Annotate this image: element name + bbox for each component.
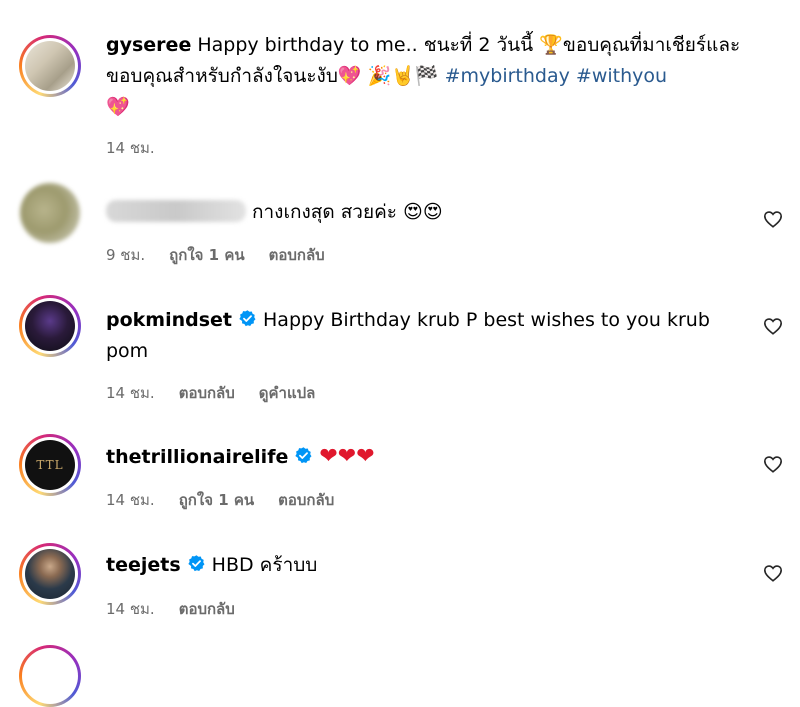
- avatar-story-ring[interactable]: TTL: [19, 434, 81, 496]
- comment-text: กางเกงสุด สวยค่ะ 😍😍: [252, 201, 443, 223]
- comment-meta: 14 ชม.: [106, 136, 179, 160]
- comment-meta: 14 ชม. ตอบกลับ ดูคำแปล: [106, 381, 339, 405]
- avatar: [25, 301, 75, 351]
- trailing-emoji: 💖: [106, 96, 130, 118]
- timestamp[interactable]: 14 ชม.: [106, 600, 155, 618]
- likes-count-link[interactable]: ถูกใจ 1 คน: [169, 246, 244, 264]
- comment-body: กางเกงสุด สวยค่ะ 😍😍: [106, 197, 756, 228]
- avatar: [25, 549, 75, 599]
- username[interactable]: gyseree: [106, 34, 191, 56]
- likes-count-link[interactable]: ถูกใจ 1 คน: [179, 491, 254, 509]
- timestamp[interactable]: 14 ชม.: [106, 384, 155, 402]
- avatar: [25, 41, 75, 91]
- reply-button[interactable]: ตอบกลับ: [179, 384, 235, 402]
- timestamp[interactable]: 14 ชม.: [106, 491, 155, 509]
- comment-meta: 9 ชม. ถูกใจ 1 คน ตอบกลับ: [106, 243, 349, 267]
- like-heart-icon[interactable]: [763, 455, 783, 473]
- avatar-story-ring[interactable]: [19, 295, 81, 357]
- avatar[interactable]: [20, 183, 80, 243]
- timestamp[interactable]: 14 ชม.: [106, 139, 155, 157]
- avatar-story-ring[interactable]: [19, 543, 81, 605]
- like-heart-icon[interactable]: [763, 210, 783, 228]
- comment-body: gyseree Happy birthday to me.. ชนะที่ 2 ว…: [106, 30, 756, 123]
- reply-button[interactable]: ตอบกลับ: [179, 600, 235, 618]
- timestamp[interactable]: 9 ชม.: [106, 246, 145, 264]
- comment-body: thetrillionairelife ❤❤❤: [106, 441, 756, 473]
- avatar-story-ring[interactable]: [19, 645, 81, 707]
- like-heart-icon[interactable]: [763, 317, 783, 335]
- comment-meta: 14 ชม. ถูกใจ 1 คน ตอบกลับ: [106, 488, 358, 512]
- verified-badge-icon: [239, 310, 256, 327]
- see-translation-button[interactable]: ดูคำแปล: [259, 384, 316, 402]
- username-blurred[interactable]: [106, 200, 246, 222]
- comment-body: pokmindset Happy Birthday krub P best wis…: [106, 305, 746, 367]
- comment-text: ❤❤❤: [319, 444, 375, 469]
- comment-text: HBD คร้าบบ: [211, 554, 318, 576]
- verified-badge-icon: [295, 447, 312, 464]
- avatar: TTL: [25, 440, 75, 490]
- username[interactable]: pokmindset: [106, 309, 232, 331]
- comment-body: teejets HBD คร้าบบ: [106, 550, 756, 581]
- reply-button[interactable]: ตอบกลับ: [269, 246, 325, 264]
- hashtag-link[interactable]: #withyou: [576, 65, 667, 87]
- username[interactable]: teejets: [106, 554, 181, 576]
- reply-button[interactable]: ตอบกลับ: [278, 491, 334, 509]
- avatar-story-ring[interactable]: [19, 35, 81, 97]
- verified-badge-icon: [188, 555, 205, 572]
- hashtag-link[interactable]: #mybirthday: [445, 65, 570, 87]
- like-heart-icon[interactable]: [763, 564, 783, 582]
- comment-meta: 14 ชม. ตอบกลับ: [106, 597, 259, 621]
- username[interactable]: thetrillionairelife: [106, 446, 288, 468]
